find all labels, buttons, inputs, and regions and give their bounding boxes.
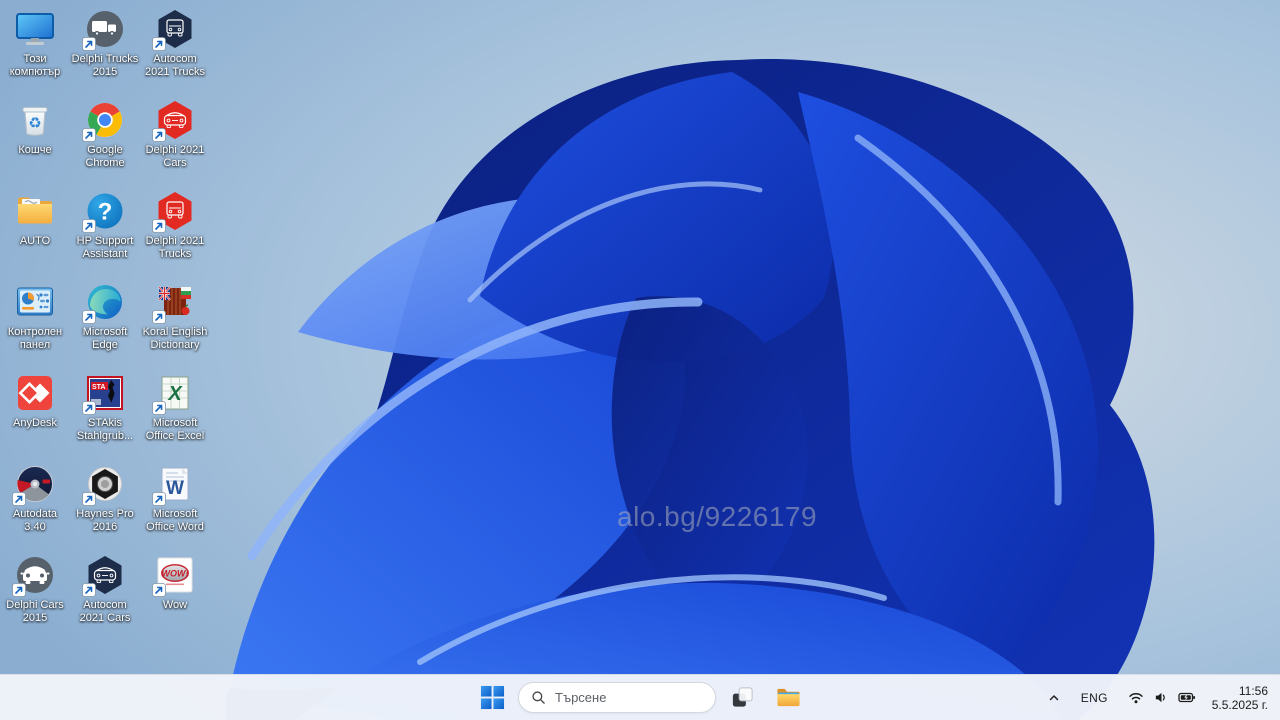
desktop-icon-stakis-stahlgruber[interactable]: STA STAkis Stahlgrub... xyxy=(70,372,140,442)
desktop-icon-label: Microsoft Office Word xyxy=(146,508,204,533)
wallpaper-watermark: alo.bg/9226179 xyxy=(617,501,818,532)
delphi-cars-2015-icon xyxy=(12,554,56,597)
clock-date: 5.5.2025 г. xyxy=(1211,697,1268,712)
dictionary-book-icon xyxy=(152,281,196,324)
network-volume-battery-cluster[interactable] xyxy=(1124,690,1200,705)
desktop-icon-label: Koral English Dictionary xyxy=(142,326,208,351)
delphi-trucks-2015-icon xyxy=(82,8,126,51)
task-view-icon xyxy=(732,687,753,707)
volume-icon xyxy=(1155,692,1165,703)
autocom-2021-trucks-icon xyxy=(152,8,196,51)
desktop-icon-anydesk[interactable]: AnyDesk xyxy=(0,372,70,430)
desktop-icon-microsoft-edge[interactable]: Microsoft Edge xyxy=(70,281,140,351)
control-panel-icon xyxy=(14,281,56,323)
chrome-icon xyxy=(82,99,126,142)
desktop-icon-autodata-3-40[interactable]: Autodata 3.40 xyxy=(0,463,70,533)
word-w-glyph: W xyxy=(166,478,184,499)
shortcut-arrow-icon xyxy=(152,310,166,324)
shortcut-arrow-icon xyxy=(152,219,166,233)
delphi-2021-trucks-icon xyxy=(152,190,196,233)
desktop-icon-autocom-2021-cars[interactable]: Autocom 2021 Cars xyxy=(70,554,140,624)
shortcut-arrow-icon xyxy=(82,128,96,142)
shortcut-arrow-icon xyxy=(12,583,26,597)
shortcut-arrow-icon xyxy=(82,583,96,597)
edge-icon xyxy=(82,281,126,324)
hp-support-assistant-icon: ? xyxy=(82,190,126,233)
desktop-icon-label: Wow xyxy=(162,599,188,611)
shortcut-arrow-icon xyxy=(152,37,166,51)
delphi-2021-cars-icon xyxy=(152,99,196,142)
desktop-icon-this-pc[interactable]: Този компютър xyxy=(0,8,70,78)
shortcut-arrow-icon xyxy=(82,492,96,506)
search-input[interactable]: Търсене xyxy=(518,682,716,713)
question-mark-glyph: ? xyxy=(98,199,113,226)
desktop-icon-auto-folder[interactable]: AUTO xyxy=(0,190,70,248)
shortcut-arrow-icon xyxy=(82,401,96,415)
anydesk-icon xyxy=(14,372,56,414)
file-explorer-button[interactable] xyxy=(768,678,808,718)
chevron-up-icon xyxy=(1049,694,1059,700)
shortcut-arrow-icon xyxy=(152,401,166,415)
task-view-button[interactable] xyxy=(722,678,762,718)
folder-icon xyxy=(14,190,56,232)
search-icon xyxy=(532,691,545,704)
desktop-icon-delphi-trucks-2015[interactable]: Delphi Trucks 2015 xyxy=(70,8,140,78)
desktop-icon-label: Microsoft Office Excel xyxy=(145,417,205,442)
desktop-icon-label: Autocom 2021 Trucks xyxy=(145,53,205,78)
wow-icon: WOW! xyxy=(152,554,196,597)
autocom-2021-cars-icon xyxy=(82,554,126,597)
desktop: alo.bg/9226179 Този компютър Delphi Truc… xyxy=(0,0,1280,720)
shortcut-arrow-icon xyxy=(152,128,166,142)
wifi-icon xyxy=(1129,693,1143,704)
desktop-icon-control-panel[interactable]: Контролен панел xyxy=(0,281,70,351)
desktop-icon-microsoft-office-word[interactable]: W Microsoft Office Word xyxy=(140,463,210,533)
desktop-icon-autocom-2021-trucks[interactable]: Autocom 2021 Trucks xyxy=(140,8,210,78)
desktop-icon-koral-english-dictionary[interactable]: Koral English Dictionary xyxy=(140,281,210,351)
battery-charging-icon xyxy=(1178,692,1195,703)
desktop-icon-label: Delphi 2021 Cars xyxy=(145,144,205,169)
shortcut-arrow-icon xyxy=(12,492,26,506)
recycle-glyph: ♻ xyxy=(28,115,41,132)
clock-time: 11:56 xyxy=(1238,683,1268,698)
taskbar-clock[interactable]: 11:56 5.5.2025 г. xyxy=(1212,684,1270,712)
windows-logo-icon xyxy=(480,685,504,710)
file-explorer-icon xyxy=(776,688,800,707)
recycle-bin-icon: ♻ xyxy=(14,99,56,141)
taskbar-center-cluster: Търсене xyxy=(472,675,808,720)
desktop-icon-google-chrome[interactable]: Google Chrome xyxy=(70,99,140,169)
autodata-disc-icon xyxy=(12,463,56,506)
excel-icon: X xyxy=(152,372,196,415)
shortcut-arrow-icon xyxy=(152,583,166,597)
desktop-icon-hp-support-assistant[interactable]: ? HP Support Assistant xyxy=(70,190,140,260)
wow-glyph: WOW! xyxy=(162,569,189,579)
desktop-icon-recycle-bin[interactable]: ♻ Кошче xyxy=(0,99,70,157)
taskbar: Търсене ENG 11:56 5.5.2025 г. xyxy=(0,674,1280,720)
language-indicator[interactable]: ENG xyxy=(1075,678,1114,718)
this-pc-icon xyxy=(14,8,56,50)
tray-overflow-button[interactable] xyxy=(1041,678,1067,718)
shortcut-arrow-icon xyxy=(82,219,96,233)
desktop-icon-microsoft-office-excel[interactable]: X Microsoft Office Excel xyxy=(140,372,210,442)
stakis-icon: STA xyxy=(82,372,126,415)
system-tray: ENG 11:56 5.5.2025 г. xyxy=(1041,675,1270,720)
start-button[interactable] xyxy=(472,678,512,718)
word-icon: W xyxy=(152,463,196,506)
haynes-nut-icon xyxy=(82,463,126,506)
desktop-icon-delphi-cars-2015[interactable]: Delphi Cars 2015 xyxy=(0,554,70,624)
shortcut-arrow-icon xyxy=(82,37,96,51)
stakis-glyph: STA xyxy=(92,384,105,391)
desktop-icon-haynes-pro-2016[interactable]: Haynes Pro 2016 xyxy=(70,463,140,533)
excel-x-glyph: X xyxy=(167,383,183,405)
desktop-icon-delphi-2021-cars[interactable]: Delphi 2021 Cars xyxy=(140,99,210,169)
shortcut-arrow-icon xyxy=(152,492,166,506)
desktop-icon-label: Delphi 2021 Trucks xyxy=(145,235,205,260)
desktop-icon-wow[interactable]: WOW! Wow xyxy=(140,554,210,612)
desktop-icon-delphi-2021-trucks[interactable]: Delphi 2021 Trucks xyxy=(140,190,210,260)
shortcut-arrow-icon xyxy=(82,310,96,324)
search-placeholder: Търсене xyxy=(555,690,607,705)
